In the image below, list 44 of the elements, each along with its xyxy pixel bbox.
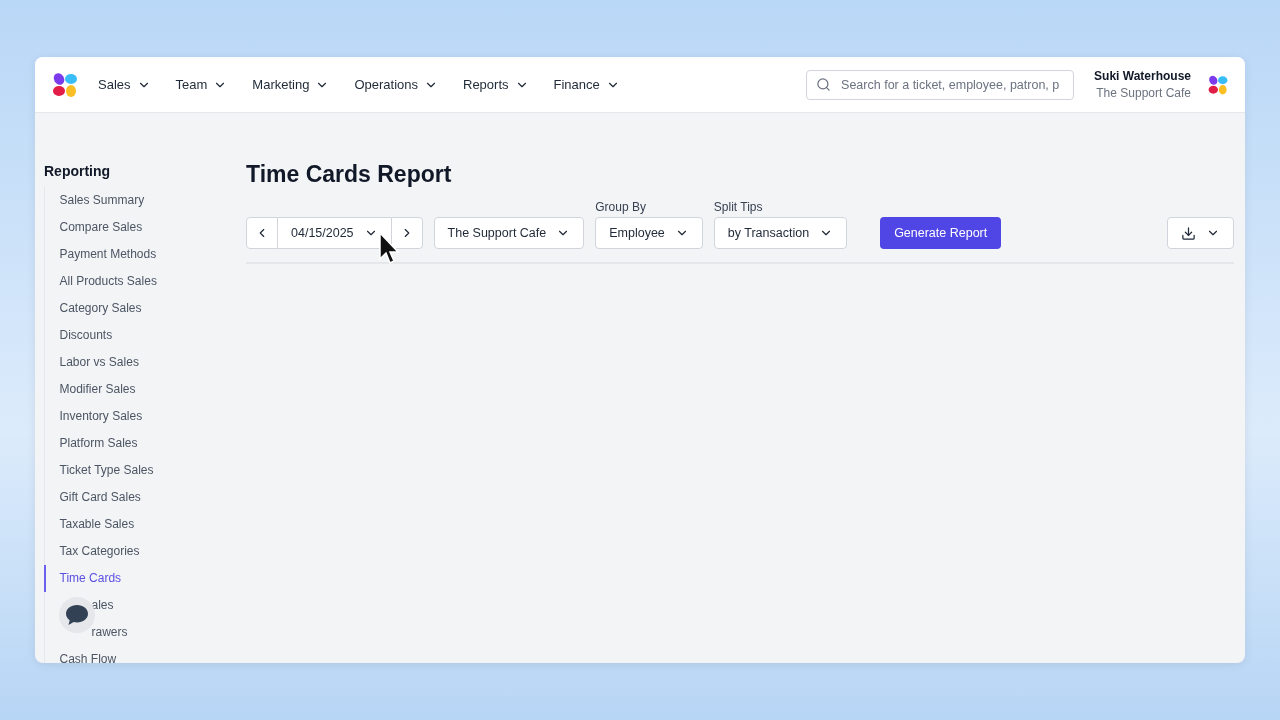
download-icon <box>1181 225 1196 241</box>
date-dropdown[interactable]: 04/15/2025 <box>278 217 391 249</box>
sidebar-item[interactable]: Modifier Sales <box>43 376 235 403</box>
sidebar-item[interactable]: Ticket Type Sales <box>43 457 235 484</box>
sidebar-item[interactable]: Labor vs Sales <box>43 349 235 376</box>
sidebar-item[interactable]: Compare Sales <box>43 214 235 241</box>
sidebar-item[interactable]: Inventory Sales <box>43 403 235 430</box>
sidebar-item[interactable]: Discounts <box>43 322 235 349</box>
chat-icon <box>65 604 89 626</box>
download-button[interactable] <box>1167 217 1234 249</box>
logo-icon[interactable] <box>1207 73 1229 96</box>
venue-dropdown[interactable]: The Support Cafe <box>433 217 585 249</box>
generate-report-button[interactable]: Generate Report <box>880 217 1002 249</box>
group-by-dropdown[interactable]: Employee <box>595 217 703 249</box>
search-field[interactable]: Search for a ticket, employee, patron, p <box>806 69 1075 100</box>
venue-name: The Support Cafe <box>1096 86 1191 100</box>
sidebar-item[interactable]: Taxable Sales <box>43 511 235 538</box>
nav-menu[interactable]: Team <box>175 77 228 92</box>
next-button[interactable] <box>390 217 423 249</box>
field-label: Group By <box>595 200 647 214</box>
sidebar-item[interactable]: Payment Methods <box>43 241 235 268</box>
user-name: Suki Waterhouse <box>1094 69 1191 83</box>
nav-menu[interactable]: Sales <box>98 77 151 92</box>
logo-icon[interactable] <box>51 70 79 99</box>
cursor-icon <box>379 232 399 266</box>
sidebar-item[interactable]: Tax Categories <box>43 538 235 565</box>
sidebar-item[interactable]: Cash Flow <box>43 646 235 663</box>
sidebar-item[interactable]: ales <box>43 592 235 619</box>
nav-menu[interactable]: Finance <box>553 77 620 92</box>
sidebar-item[interactable]: Gift Card Sales <box>43 484 235 511</box>
page-title: Time Cards Report <box>246 161 453 188</box>
nav-menu[interactable]: Marketing <box>252 77 330 92</box>
sidebar-item[interactable]: Sales Summary <box>43 187 235 214</box>
nav-menu[interactable]: Reports <box>463 77 529 92</box>
sidebar-item[interactable]: Platform Sales <box>43 430 235 457</box>
field-label: Split Tips <box>713 200 764 214</box>
sidebar-item[interactable]: Category Sales <box>43 295 235 322</box>
split-tips-dropdown[interactable]: by Transaction <box>713 217 848 249</box>
sidebar-item[interactable]: rawers <box>43 619 235 646</box>
search-icon <box>816 77 832 92</box>
sidebar-title: Reporting <box>44 163 112 179</box>
sidebar-item[interactable]: All Products Sales <box>43 268 235 295</box>
nav-menu[interactable]: Operations <box>354 77 438 92</box>
sidebar-item[interactable]: Time Cards <box>43 565 235 592</box>
